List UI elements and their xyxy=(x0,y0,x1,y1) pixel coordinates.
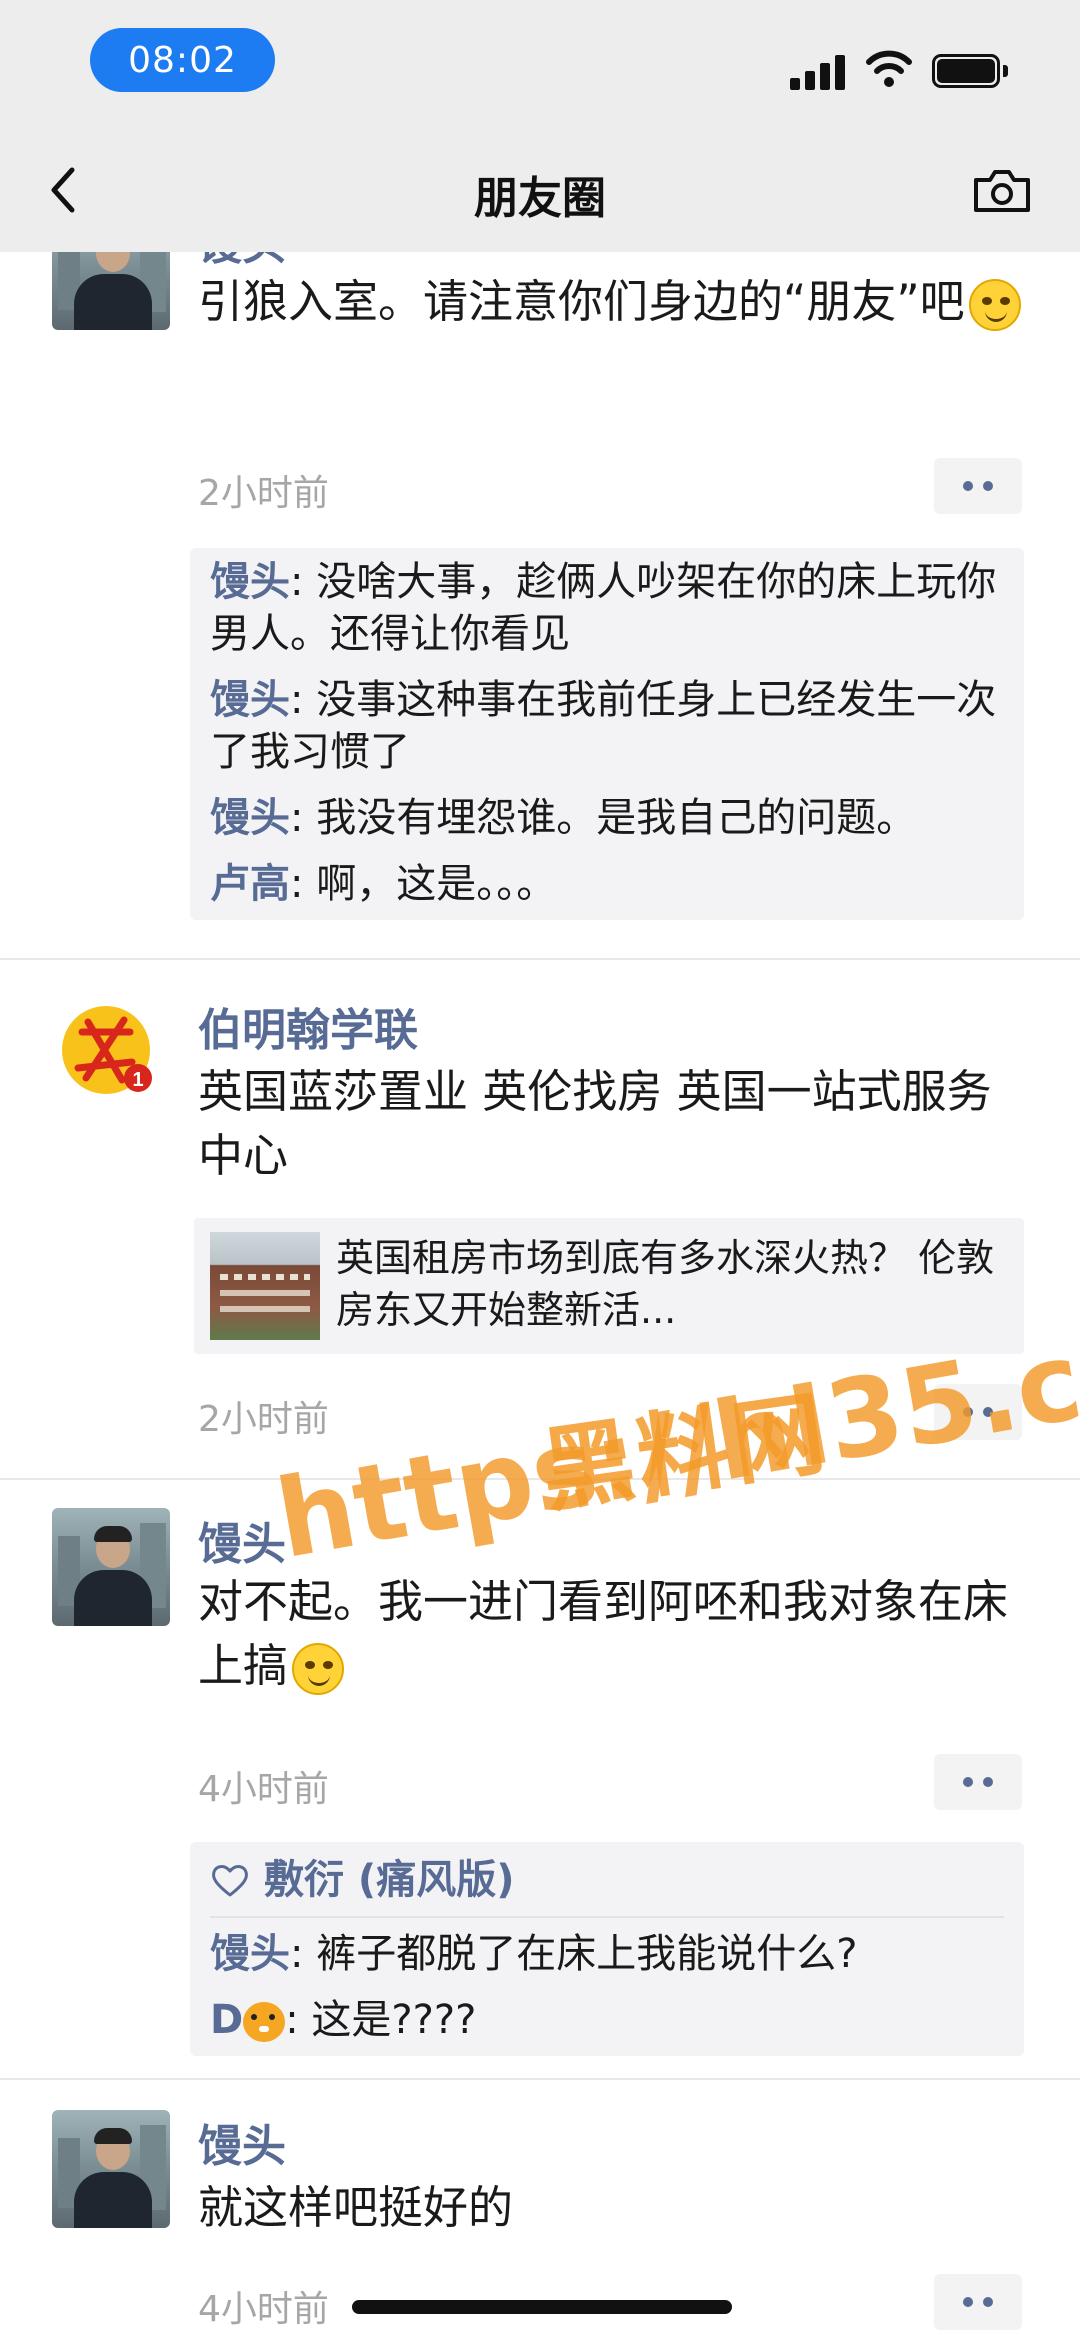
avatar[interactable]: 1 xyxy=(52,992,170,1110)
like-names[interactable]: 敷衍 (痛风版) xyxy=(264,1850,515,1910)
wifi-icon xyxy=(866,50,912,87)
post-text: 英国蓝莎置业 英伦找房 英国一站式服务中心 xyxy=(198,1065,992,1182)
link-title: 英国租房市场到底有多水深火热？ 伦敦房东又开始整新活... xyxy=(336,1236,995,1332)
post-text: 对不起。我一进门看到阿呸和我对象在床上搞 xyxy=(198,1570,1028,1698)
comment-list: 馒头: 没啥大事，趁俩人吵架在你的床上玩你男人。还得让你看见 馒头: 没事这种事… xyxy=(190,548,1024,920)
link-thumbnail xyxy=(210,1232,320,1340)
status-bar: 08:02 xyxy=(0,0,1080,120)
post-time: 4小时前 xyxy=(198,2289,329,2330)
moment-post: 馒头 引狼入室。请注意你们身边的“朋友”吧 2小时前 馒头: 没啥大事，趁俩人吵… xyxy=(0,252,1080,960)
avatar[interactable] xyxy=(52,1508,170,1626)
author-name[interactable]: 馒头 xyxy=(198,252,286,272)
moments-feed[interactable]: 馒头 引狼入室。请注意你们身边的“朋友”吧 2小时前 馒头: 没啥大事，趁俩人吵… xyxy=(0,252,1080,2339)
moment-post: 1 伯明翰学联 英国蓝莎置业 英伦找房 英国一站式服务中心 英国租房市场到底有多… xyxy=(0,960,1080,1480)
organization-logo-icon: 1 xyxy=(62,1006,152,1094)
avatar[interactable] xyxy=(52,2110,170,2228)
comment-item[interactable]: 馒头: 没事这种事在我前任身上已经发生一次了我习惯了 xyxy=(210,674,1004,778)
smile-emoji-icon xyxy=(292,1643,345,1695)
comment-item[interactable]: 馒头: 裤子都脱了在床上我能说什么? xyxy=(210,1928,1004,1980)
post-text: 引狼入室。请注意你们身边的“朋友”吧 xyxy=(198,270,1028,334)
shared-link-card[interactable]: 英国租房市场到底有多水深火热？ 伦敦房东又开始整新活... xyxy=(194,1218,1024,1354)
tiger-emoji-icon xyxy=(243,2002,286,2042)
more-button[interactable] xyxy=(934,2274,1022,2330)
more-button[interactable] xyxy=(934,458,1022,514)
author-name[interactable]: 伯明翰学联 xyxy=(198,994,418,1058)
svg-text:1: 1 xyxy=(132,1069,143,1091)
comment-item[interactable]: 卢高: 啊，这是。。。 xyxy=(210,858,1004,910)
comment-item[interactable]: D: 这是???? xyxy=(210,1994,1004,2046)
post-time: 4小时前 xyxy=(198,1769,329,1810)
nav-bar: 朋友圈 xyxy=(0,120,1080,252)
more-button[interactable] xyxy=(934,1384,1022,1440)
post-text: 就这样吧挺好的 xyxy=(198,2181,514,2234)
cellular-signal-icon xyxy=(790,54,846,90)
page-title: 朋友圈 xyxy=(474,173,606,224)
moment-post: 馒头 对不起。我一进门看到阿呸和我对象在床上搞 4小时前 敷衍 (痛风版) 馒头… xyxy=(0,1480,1080,2080)
author-name[interactable]: 馒头 xyxy=(198,1508,286,1572)
heart-icon xyxy=(212,1865,248,1897)
likes-row[interactable]: 敷衍 (痛风版) xyxy=(210,1850,1004,1918)
avatar[interactable] xyxy=(52,252,170,330)
home-indicator[interactable] xyxy=(352,2300,732,2314)
comment-item[interactable]: 馒头: 没啥大事，趁俩人吵架在你的床上玩你男人。还得让你看见 xyxy=(210,556,1004,660)
author-name[interactable]: 馒头 xyxy=(198,2110,286,2174)
post-time: 2小时前 xyxy=(198,473,329,514)
camera-icon[interactable] xyxy=(972,166,1032,214)
comment-item[interactable]: 馒头: 我没有埋怨谁。是我自己的问题。 xyxy=(210,792,1004,844)
more-button[interactable] xyxy=(934,1754,1022,1810)
smile-emoji-icon xyxy=(968,279,1021,331)
comment-list: 敷衍 (痛风版) 馒头: 裤子都脱了在床上我能说什么? D: 这是???? xyxy=(190,1842,1024,2056)
status-time: 08:02 xyxy=(90,28,275,92)
post-time: 2小时前 xyxy=(198,1399,329,1440)
battery-icon xyxy=(932,54,1008,88)
